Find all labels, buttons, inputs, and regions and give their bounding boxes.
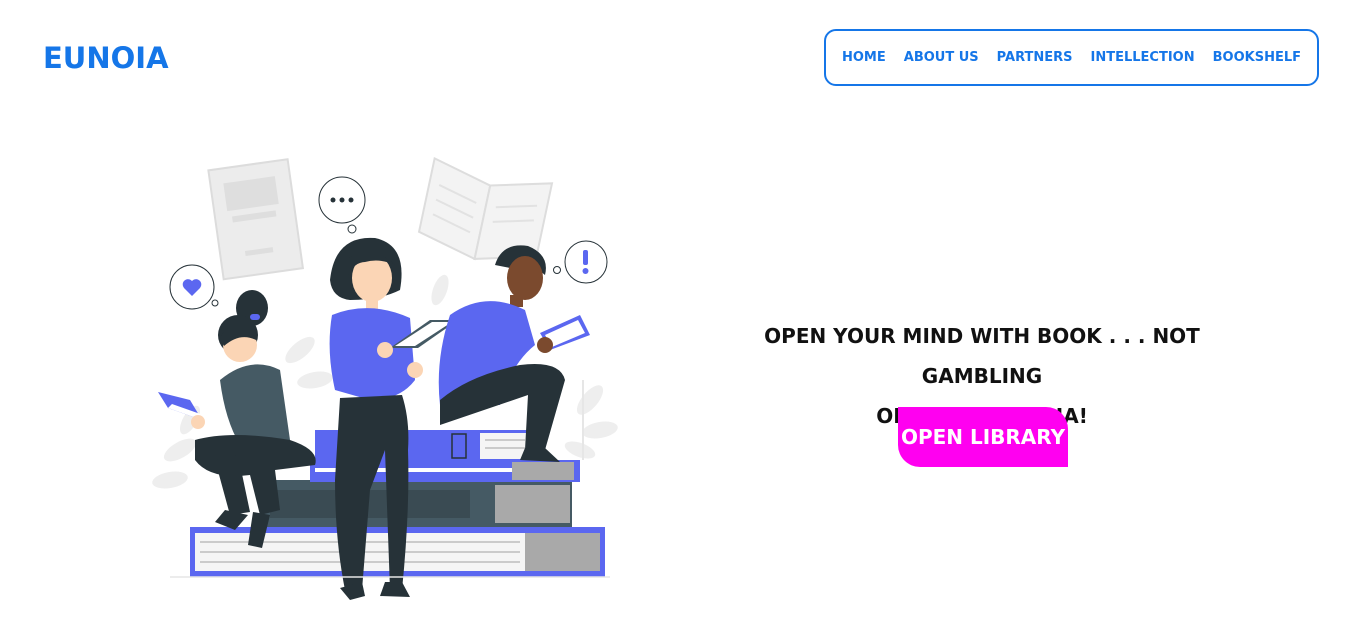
brand-logo[interactable]: EUNOIA <box>43 38 169 78</box>
nav-about-us[interactable]: ABOUT US <box>904 50 979 65</box>
nav-intellection[interactable]: INTELLECTION <box>1091 50 1195 65</box>
nav-home[interactable]: HOME <box>842 50 886 65</box>
reader-right <box>438 245 590 462</box>
tagline-line-1: OPEN YOUR MIND WITH BOOK . . . NOT GAMBL… <box>764 324 1200 388</box>
main-nav: HOME ABOUT US PARTNERS INTELLECTION BOOK… <box>824 29 1319 86</box>
floating-book-left <box>207 158 305 281</box>
nav-partners[interactable]: PARTNERS <box>997 50 1073 65</box>
open-library-button[interactable]: OPEN LIBRARY <box>898 407 1068 467</box>
hero-illustration <box>152 156 618 600</box>
ellipsis-icon <box>318 176 366 234</box>
page: EUNOIA HOME ABOUT US PARTNERS INTELLECTI… <box>0 0 1364 640</box>
heart-icon <box>169 264 219 310</box>
nav-bookshelf[interactable]: BOOKSHELF <box>1213 50 1301 65</box>
exclamation-icon <box>553 240 608 284</box>
